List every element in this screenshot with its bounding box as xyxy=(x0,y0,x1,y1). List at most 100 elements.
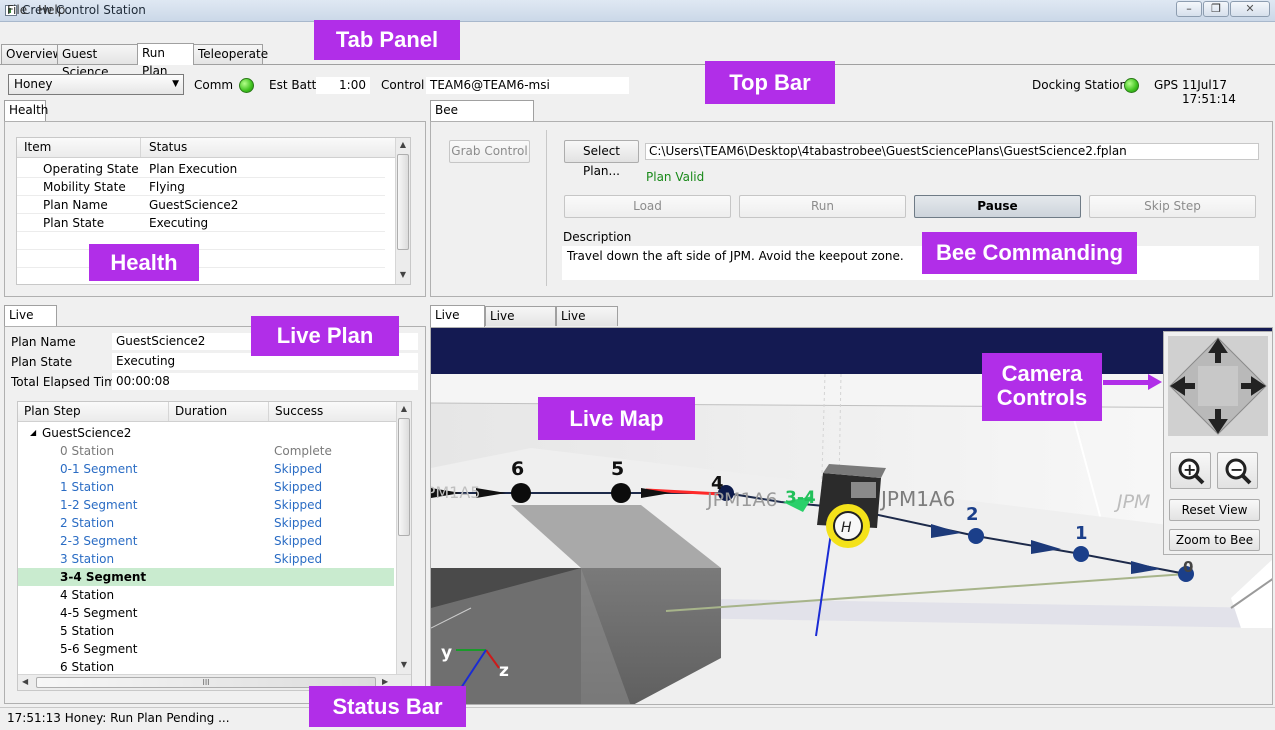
plan-step-row-current[interactable]: 3-4 Segment xyxy=(18,568,394,586)
table-row[interactable]: Operating State Plan Execution xyxy=(17,160,385,178)
docking-status-led-icon xyxy=(1124,78,1139,93)
annotation-live-plan: Live Plan xyxy=(251,316,399,356)
zoom-out-icon: − xyxy=(1225,458,1251,485)
close-button[interactable]: ✕ xyxy=(1230,1,1270,17)
tab-guest-science[interactable]: Guest Science xyxy=(57,44,138,79)
zoom-to-bee-button[interactable]: Zoom to Bee xyxy=(1169,529,1260,551)
run-button[interactable]: Run xyxy=(739,195,906,218)
chevron-down-icon: ▼ xyxy=(172,79,179,89)
maximize-button[interactable]: ❐ xyxy=(1203,1,1229,17)
minimize-button[interactable]: – xyxy=(1176,1,1202,17)
est-batt-label: Est Batt xyxy=(269,78,317,92)
waypoint-2-label: 2 xyxy=(966,504,979,525)
zoom-out-button[interactable]: − xyxy=(1217,452,1258,489)
step-success: Skipped xyxy=(274,534,323,548)
skip-step-button[interactable]: Skip Step xyxy=(1089,195,1256,218)
step-name: 6 Station xyxy=(60,660,115,674)
col-success: Success xyxy=(268,402,323,421)
plan-step-row[interactable]: 3 Station Skipped xyxy=(18,550,394,568)
load-button[interactable]: Load xyxy=(564,195,731,218)
elapsed-value: 00:00:08 xyxy=(112,373,418,390)
grab-control-button[interactable]: Grab Control xyxy=(449,140,530,163)
tab-bee-commanding[interactable]: Bee Commanding xyxy=(430,100,534,135)
scroll-down-icon[interactable]: ▼ xyxy=(396,270,410,279)
tab-health[interactable]: Health xyxy=(4,100,48,122)
menu-file[interactable]: File xyxy=(7,3,27,17)
scroll-down-icon[interactable]: ▼ xyxy=(397,660,411,669)
tab-live-video[interactable]: Live Video xyxy=(556,306,618,341)
annotation-camera-line-1: Camera xyxy=(1001,361,1083,386)
plan-step-row[interactable]: 2-3 Segment Skipped xyxy=(18,532,394,550)
plan-step-row[interactable]: 1 Station Skipped xyxy=(18,478,394,496)
plan-step-row[interactable]: 4 Station xyxy=(18,586,394,604)
scroll-thumb[interactable] xyxy=(398,418,410,536)
tree-root-row[interactable]: ◢ GuestScience2 xyxy=(18,424,394,442)
step-name: 0 Station xyxy=(60,444,115,458)
plan-steps-scrollbar[interactable]: ▲ ▼ xyxy=(396,402,411,674)
table-row[interactable]: Plan State Executing xyxy=(17,214,385,232)
zoom-in-glyph: + xyxy=(1183,460,1196,479)
plan-valid-text: Plan Valid xyxy=(646,170,705,184)
tree-expand-icon[interactable]: ◢ xyxy=(30,428,36,437)
bee-select[interactable]: Honey ▼ xyxy=(8,74,184,95)
menu-help[interactable]: Help xyxy=(38,3,65,17)
dpad-center xyxy=(1198,366,1238,406)
waypoint-5-label: 5 xyxy=(611,458,624,480)
tab-live-map[interactable]: Live Map xyxy=(430,305,485,340)
menu-bar xyxy=(0,22,1275,41)
table-row[interactable]: Mobility State Flying xyxy=(17,178,385,196)
waypoint-2-marker[interactable] xyxy=(968,528,984,544)
health-item: Operating State xyxy=(43,162,139,176)
tab-live-images[interactable]: Live Images xyxy=(485,306,556,341)
annotation-tab-panel: Tab Panel xyxy=(314,20,460,60)
tab-run-plan[interactable]: Run Plan xyxy=(137,43,194,78)
zoom-in-icon: + xyxy=(1178,458,1204,485)
annotation-arrow-shaft xyxy=(1103,380,1151,385)
comm-label: Comm xyxy=(194,78,234,92)
plan-step-row[interactable]: 1-2 Segment Skipped xyxy=(18,496,394,514)
step-success: Skipped xyxy=(274,516,323,530)
waypoint-5-marker[interactable] xyxy=(611,483,631,503)
waypoint-1-marker[interactable] xyxy=(1073,546,1089,562)
plan-path-field[interactable]: C:\Users\TEAM6\Desktop\4tabastrobee\Gues… xyxy=(645,143,1259,160)
description-label: Description xyxy=(563,230,632,244)
step-name: 3-4 Segment xyxy=(60,570,147,584)
table-row[interactable]: Plan Name GuestScience2 xyxy=(17,196,385,214)
annotation-top-bar: Top Bar xyxy=(705,61,835,104)
pause-button[interactable]: Pause xyxy=(914,195,1081,218)
plan-step-row[interactable]: 0-1 Segment Skipped xyxy=(18,460,394,478)
table-row xyxy=(17,250,385,268)
tab-live-plan[interactable]: Live Plan xyxy=(4,305,57,340)
bee-select-value: Honey xyxy=(14,77,53,91)
scroll-up-icon[interactable]: ▲ xyxy=(396,140,410,149)
jpm-module-label: JPM1A6 xyxy=(706,489,778,511)
control-value: TEAM6@TEAM6-msi xyxy=(426,77,629,94)
annotation-camera-controls: Camera Controls xyxy=(982,353,1102,421)
plan-step-row[interactable]: 0 Station Complete xyxy=(18,442,394,460)
waypoint-6-marker[interactable] xyxy=(511,483,531,503)
health-status: Plan Execution xyxy=(149,162,238,176)
tab-teleoperate[interactable]: Teleoperate xyxy=(193,44,268,64)
comm-status-led-icon xyxy=(239,78,254,93)
select-plan-button[interactable]: Select Plan... xyxy=(564,140,639,178)
health-scrollbar[interactable]: ▲ ▼ xyxy=(395,138,410,284)
tab-overview[interactable]: Overview xyxy=(1,44,63,64)
reset-view-button[interactable]: Reset View xyxy=(1169,499,1260,521)
camera-dpad[interactable] xyxy=(1168,336,1268,436)
step-name: 5-6 Segment xyxy=(60,642,138,656)
plan-step-row[interactable]: 5-6 Segment xyxy=(18,640,394,658)
plan-step-row[interactable]: 2 Station Skipped xyxy=(18,514,394,532)
elapsed-label: Total Elapsed Time xyxy=(11,375,124,389)
plan-step-row[interactable]: 4-5 Segment xyxy=(18,604,394,622)
step-success: Skipped xyxy=(274,480,323,494)
scroll-right-icon[interactable]: ▶ xyxy=(382,677,388,686)
plan-step-row[interactable]: 5 Station xyxy=(18,622,394,640)
scroll-left-icon[interactable]: ◀ xyxy=(22,677,28,686)
scroll-thumb[interactable] xyxy=(397,154,409,250)
zoom-in-button[interactable]: + xyxy=(1170,452,1211,489)
docking-station-label: Docking Station xyxy=(1032,78,1128,92)
plan-steps-header: Plan Step Duration Success xyxy=(18,402,396,422)
annotation-status-bar: Status Bar xyxy=(309,686,466,727)
jpm-module-label: JPM1A5 xyxy=(431,483,480,502)
scroll-up-icon[interactable]: ▲ xyxy=(397,404,411,413)
